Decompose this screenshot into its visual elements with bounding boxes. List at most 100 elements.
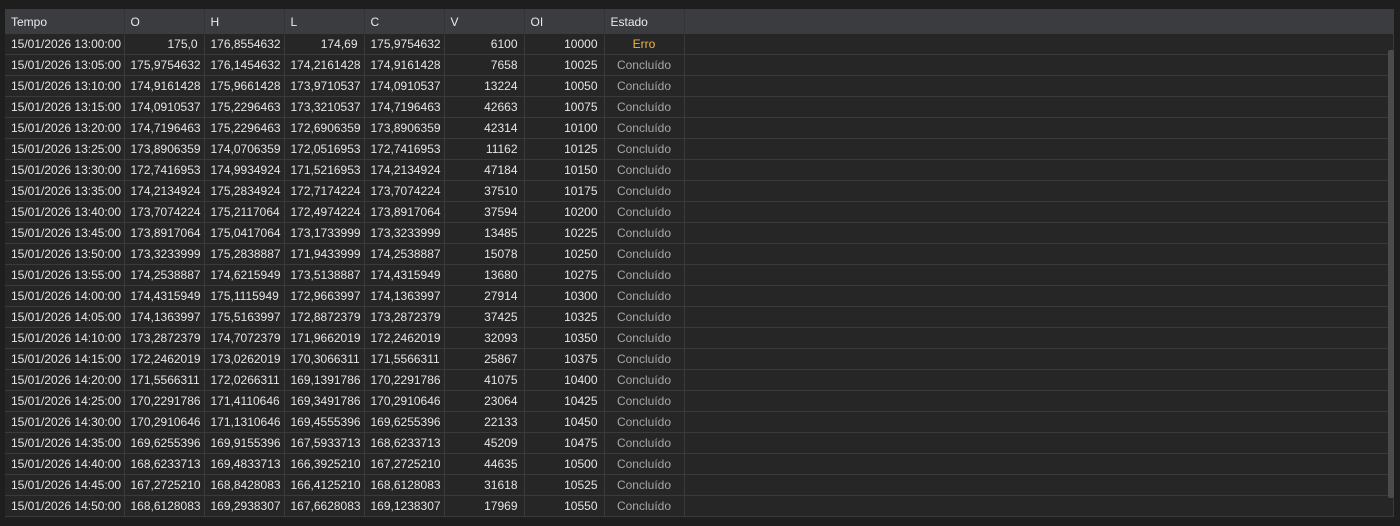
cell-open-interest[interactable]: 10300 <box>524 285 605 307</box>
cell-volume[interactable]: 7658 <box>444 54 525 76</box>
cell-open[interactable]: 168,6233713 <box>124 453 205 475</box>
cell-high[interactable]: 175,1115949 <box>204 285 285 307</box>
cell-open-interest[interactable]: 10500 <box>524 453 605 475</box>
cell-tempo[interactable]: 15/01/2026 14:00:00 <box>5 285 125 307</box>
cell-low[interactable]: 169,4555396 <box>284 411 365 433</box>
cell-tempo[interactable]: 15/01/2026 13:20:00 <box>5 117 125 139</box>
cell-open-interest[interactable]: 10125 <box>524 138 605 160</box>
cell-low[interactable]: 172,9663997 <box>284 285 365 307</box>
cell-low[interactable]: 174,2161428 <box>284 54 365 76</box>
cell-low[interactable]: 171,9433999 <box>284 243 365 265</box>
cell-low[interactable]: 172,4974224 <box>284 201 365 223</box>
cell-close[interactable]: 174,9161428 <box>364 54 445 76</box>
cell-open[interactable]: 173,8917064 <box>124 222 205 244</box>
cell-volume[interactable]: 47184 <box>444 159 525 181</box>
cell-open[interactable]: 173,2872379 <box>124 327 205 349</box>
cell-high[interactable]: 176,1454632 <box>204 54 285 76</box>
cell-high[interactable]: 174,9934924 <box>204 159 285 181</box>
cell-volume[interactable]: 37510 <box>444 180 525 202</box>
cell-volume[interactable]: 44635 <box>444 453 525 475</box>
cell-close[interactable]: 174,4315949 <box>364 264 445 286</box>
cell-open-interest[interactable]: 10425 <box>524 390 605 412</box>
table-row[interactable]: 15/01/2026 14:50:00 168,6128083 169,293830… <box>5 495 1394 517</box>
cell-open[interactable]: 174,0910537 <box>124 96 205 118</box>
cell-status[interactable]: Concluído <box>604 285 685 307</box>
cell-open[interactable]: 174,7196463 <box>124 117 205 139</box>
cell-tempo[interactable]: 15/01/2026 14:25:00 <box>5 390 125 412</box>
cell-tempo[interactable]: 15/01/2026 14:45:00 <box>5 474 125 496</box>
column-header-c[interactable]: C <box>364 9 445 34</box>
cell-volume[interactable]: 32093 <box>444 327 525 349</box>
cell-high[interactable]: 175,9661428 <box>204 75 285 97</box>
table-row[interactable]: 15/01/2026 14:30:00 170,2910646 171,131064… <box>5 411 1394 433</box>
cell-close[interactable]: 173,3233999 <box>364 222 445 244</box>
cell-open[interactable]: 174,2134924 <box>124 180 205 202</box>
cell-close[interactable]: 168,6233713 <box>364 432 445 454</box>
cell-volume[interactable]: 17969 <box>444 495 525 517</box>
cell-tempo[interactable]: 15/01/2026 14:30:00 <box>5 411 125 433</box>
cell-tempo[interactable]: 15/01/2026 13:30:00 <box>5 159 125 181</box>
cell-open-interest[interactable]: 10150 <box>524 159 605 181</box>
table-row[interactable]: 15/01/2026 13:05:00 175,9754632 176,145463… <box>5 54 1394 76</box>
cell-open[interactable]: 174,2538887 <box>124 264 205 286</box>
cell-status[interactable]: Concluído <box>604 222 685 244</box>
cell-open-interest[interactable]: 10175 <box>524 180 605 202</box>
cell-status[interactable]: Concluído <box>604 432 685 454</box>
cell-volume[interactable]: 22133 <box>444 411 525 433</box>
cell-status[interactable]: Concluído <box>604 495 685 517</box>
cell-close[interactable]: 167,2725210 <box>364 453 445 475</box>
cell-close[interactable]: 175,9754632 <box>364 34 445 55</box>
cell-volume[interactable]: 13224 <box>444 75 525 97</box>
cell-volume[interactable]: 25867 <box>444 348 525 370</box>
table-row[interactable]: 15/01/2026 13:30:00 172,7416953 174,993492… <box>5 159 1394 181</box>
cell-status[interactable]: Concluído <box>604 453 685 475</box>
cell-volume[interactable]: 15078 <box>444 243 525 265</box>
cell-tempo[interactable]: 15/01/2026 13:50:00 <box>5 243 125 265</box>
cell-high[interactable]: 169,9155396 <box>204 432 285 454</box>
cell-open[interactable]: 172,7416953 <box>124 159 205 181</box>
cell-close[interactable]: 172,2462019 <box>364 327 445 349</box>
cell-high[interactable]: 175,2834924 <box>204 180 285 202</box>
table-row[interactable]: 15/01/2026 13:20:00 174,7196463 175,229646… <box>5 117 1394 139</box>
cell-status[interactable]: Concluído <box>604 474 685 496</box>
cell-status[interactable]: Concluído <box>604 264 685 286</box>
cell-high[interactable]: 175,2117064 <box>204 201 285 223</box>
cell-tempo[interactable]: 15/01/2026 14:05:00 <box>5 306 125 328</box>
cell-status[interactable]: Concluído <box>604 369 685 391</box>
cell-open-interest[interactable]: 10375 <box>524 348 605 370</box>
cell-tempo[interactable]: 15/01/2026 13:10:00 <box>5 75 125 97</box>
cell-volume[interactable]: 41075 <box>444 369 525 391</box>
cell-tempo[interactable]: 15/01/2026 13:15:00 <box>5 96 125 118</box>
cell-close[interactable]: 174,1363997 <box>364 285 445 307</box>
table-row[interactable]: 15/01/2026 13:00:00 175,0 176,8554632 174,6… <box>5 34 1394 55</box>
cell-open-interest[interactable]: 10225 <box>524 222 605 244</box>
cell-high[interactable]: 174,6215949 <box>204 264 285 286</box>
cell-open-interest[interactable]: 10250 <box>524 243 605 265</box>
cell-low[interactable]: 171,5216953 <box>284 159 365 181</box>
table-row[interactable]: 15/01/2026 14:00:00 174,4315949 175,111594… <box>5 285 1394 307</box>
cell-tempo[interactable]: 15/01/2026 14:40:00 <box>5 453 125 475</box>
cell-high[interactable]: 172,0266311 <box>204 369 285 391</box>
cell-close[interactable]: 173,8917064 <box>364 201 445 223</box>
table-row[interactable]: 15/01/2026 14:35:00 169,6255396 169,915539… <box>5 432 1394 454</box>
table-row[interactable]: 15/01/2026 13:40:00 173,7074224 175,211706… <box>5 201 1394 223</box>
cell-open[interactable]: 174,9161428 <box>124 75 205 97</box>
cell-open[interactable]: 174,4315949 <box>124 285 205 307</box>
cell-status[interactable]: Concluído <box>604 117 685 139</box>
cell-open-interest[interactable]: 10275 <box>524 264 605 286</box>
cell-high[interactable]: 168,8428083 <box>204 474 285 496</box>
cell-status[interactable]: Concluído <box>604 390 685 412</box>
cell-high[interactable]: 176,8554632 <box>204 34 285 55</box>
cell-close[interactable]: 174,2538887 <box>364 243 445 265</box>
cell-open-interest[interactable]: 10100 <box>524 117 605 139</box>
cell-open[interactable]: 175,9754632 <box>124 54 205 76</box>
table-row[interactable]: 15/01/2026 14:45:00 167,2725210 168,842808… <box>5 474 1394 496</box>
cell-open-interest[interactable]: 10025 <box>524 54 605 76</box>
cell-close[interactable]: 174,0910537 <box>364 75 445 97</box>
column-header-tempo[interactable]: Tempo <box>5 9 125 34</box>
cell-open[interactable]: 173,7074224 <box>124 201 205 223</box>
cell-volume[interactable]: 37594 <box>444 201 525 223</box>
cell-open[interactable]: 175,0 <box>124 34 205 55</box>
cell-close[interactable]: 174,7196463 <box>364 96 445 118</box>
cell-low[interactable]: 173,9710537 <box>284 75 365 97</box>
